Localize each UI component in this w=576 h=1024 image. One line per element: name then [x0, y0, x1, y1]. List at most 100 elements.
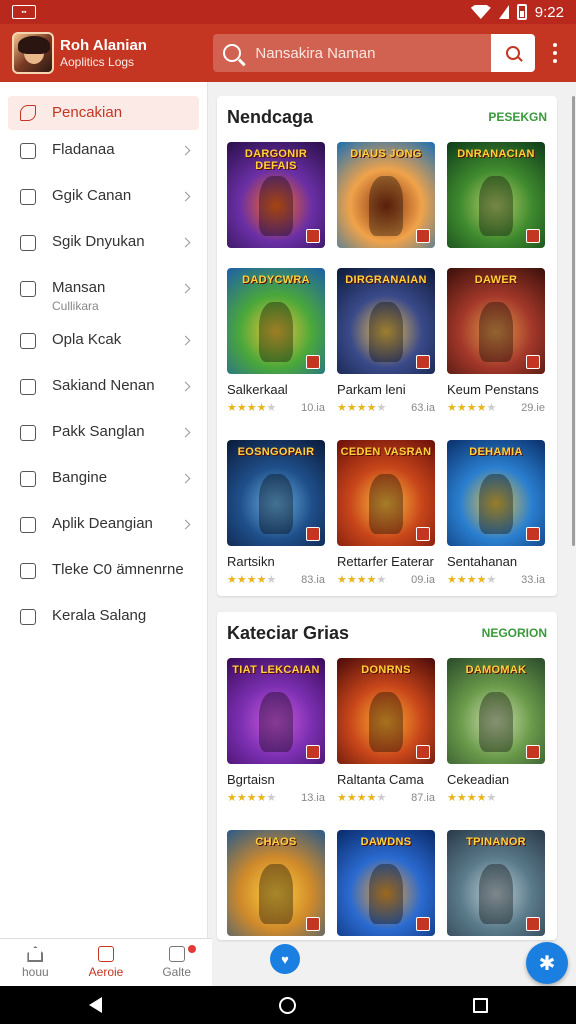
sidebar-label-text: Kerala Salang: [52, 607, 147, 624]
game-tile[interactable]: DONRNS Raltanta Cama ★★★★★ 87.ia: [337, 658, 435, 810]
cover-title-text: DADYCWRA: [242, 274, 310, 286]
game-meta: ★★★★★ 10.ia: [227, 401, 325, 415]
sidebar-item-3[interactable]: Sgik Dnyukan: [0, 232, 207, 278]
sidebar-label-text: Tleke C0 ämnenrne: [52, 561, 184, 578]
hero-figure: [369, 692, 403, 752]
cover-title-text: DIAUS JONG: [350, 148, 422, 160]
sidebar-item-0[interactable]: Pencakian: [8, 96, 199, 130]
review-count: 29.ie: [521, 401, 545, 414]
user-info[interactable]: Roh Alanian Aoplitics Logs: [60, 37, 205, 70]
sidebar-item-1[interactable]: Fladanaa: [0, 140, 207, 186]
game-tile[interactable]: DAWER Keum Penstans ★★★★★ 29.ie: [447, 268, 545, 420]
game-cover-image[interactable]: TIAT LEKCAIAN: [227, 658, 325, 764]
game-cover-image[interactable]: DEHAMIA: [447, 440, 545, 546]
sidebar-item-9[interactable]: Aplik Deangian: [0, 514, 207, 560]
game-cover-image[interactable]: EOSNGOPAIR: [227, 440, 325, 546]
sidebar-item-label: Bangine: [52, 468, 107, 488]
cover-title-text: DAWER: [474, 274, 518, 286]
section-see-all-link[interactable]: PESEKGN: [488, 110, 547, 124]
game-cover-image[interactable]: CHAOS: [227, 830, 325, 936]
game-tile[interactable]: EOSNGOPAIR Rartsikn ★★★★★ 83.ia: [227, 440, 325, 592]
game-cover-image[interactable]: DADYCWRA: [227, 268, 325, 374]
game-meta: ★★★★★ 29.ie: [447, 401, 545, 415]
main-content: Nendcaga PESEKGN DARGONIR DEFAIS DIAUS JONG…: [209, 82, 576, 986]
chevron-right-icon: [180, 473, 191, 484]
game-cover-image[interactable]: DONRNS: [337, 658, 435, 764]
game-title: Salkerkaal: [227, 382, 288, 397]
bottom-nav-item[interactable]: houu: [0, 939, 71, 986]
sidebar-item-5[interactable]: Opla Kcak: [0, 330, 207, 376]
star-rating: ★★★★★: [447, 574, 497, 586]
status-bar: ▪▪ 9:22: [0, 0, 576, 24]
cover-title-text: DEHAMIA: [469, 446, 523, 458]
more-vert-icon[interactable]: [541, 34, 568, 72]
section-header: Nendcaga PESEKGN: [227, 96, 547, 138]
chevron-right-icon: [180, 427, 191, 438]
sidebar-item-7[interactable]: Pakk Sanglan: [0, 422, 207, 468]
sidebar-label-text: Pakk Sanglan: [52, 423, 145, 440]
sidebar-item-label: Mansan Cullikara: [52, 278, 105, 314]
game-tile[interactable]: DAMOMAK Cekeadian ★★★★★: [447, 658, 545, 810]
home-circle-icon[interactable]: [278, 996, 296, 1014]
game-cover-image[interactable]: DAMOMAK: [447, 658, 545, 764]
search-input[interactable]: [255, 44, 486, 62]
game-cover-image[interactable]: TPINANOR: [447, 830, 545, 936]
search-button[interactable]: [491, 34, 536, 72]
hero-figure: [369, 176, 403, 236]
game-title: Rettarfer Eaterar: [337, 554, 434, 569]
game-cover-image[interactable]: DIAUS JONG: [337, 142, 435, 248]
game-tile[interactable]: CHAOS: [227, 830, 325, 936]
game-tile[interactable]: TPINANOR: [447, 830, 545, 936]
game-cover-image[interactable]: DIRGRANAIAN: [337, 268, 435, 374]
status-icons: 9:22: [470, 4, 564, 21]
heart-badge-icon[interactable]: ♥: [270, 944, 300, 974]
chevron-right-icon: [180, 519, 191, 530]
review-count: 87.ia: [411, 791, 435, 804]
game-cover-image[interactable]: DAWER: [447, 268, 545, 374]
game-tile[interactable]: DAWDNS: [337, 830, 435, 936]
game-cover-image[interactable]: DARGONIR DEFAIS: [227, 142, 325, 248]
game-cover-image[interactable]: CEDEN VASRAN: [337, 440, 435, 546]
bottom-nav-item[interactable]: Aeroie: [71, 939, 142, 986]
hero-figure: [369, 864, 403, 924]
bottom-nav-label: houu: [21, 965, 49, 979]
user-subtitle: Aoplitics Logs: [60, 54, 135, 69]
game-tile[interactable]: DADYCWRA Salkerkaal ★★★★★ 10.ia: [227, 268, 325, 420]
game-tile[interactable]: DIAUS JONG: [337, 142, 435, 248]
back-icon[interactable]: [88, 997, 102, 1013]
chevron-right-icon: [180, 191, 191, 202]
chevron-right-icon: [180, 283, 191, 294]
sidebar-item-4[interactable]: Mansan Cullikara: [0, 278, 207, 330]
app-notification-icon: ▪▪: [12, 5, 36, 19]
section-header: Kateciar Grias NEGORION: [227, 612, 547, 654]
system-nav-bar: [0, 986, 576, 1024]
game-tile[interactable]: DIRGRANAIAN Parkam leni ★★★★★ 63.ia: [337, 268, 435, 420]
game-tile[interactable]: DARGONIR DEFAIS: [227, 142, 325, 248]
battery-icon: [516, 4, 527, 20]
sidebar-item-8[interactable]: Bangine: [0, 468, 207, 514]
star-rating: ★★★★★: [337, 574, 387, 586]
game-tile[interactable]: TIAT LEKCAIAN Bgrtaisn ★★★★★ 13.ia: [227, 658, 325, 810]
sidebar-item-2[interactable]: Ggik Canan: [0, 186, 207, 232]
game-tile[interactable]: DEHAMIA Sentahanan ★★★★★ 33.ia: [447, 440, 545, 592]
section-see-all-link[interactable]: NEGORION: [482, 626, 547, 640]
scrollbar[interactable]: [572, 96, 575, 546]
sidebar-item-10[interactable]: Tleke C0 ämnenrne: [0, 560, 207, 606]
sidebar-item-11[interactable]: Kerala Salang: [0, 606, 207, 652]
chart-icon: [168, 946, 185, 962]
accessibility-icon[interactable]: ✱: [526, 942, 568, 984]
search-box[interactable]: [213, 34, 492, 72]
game-tile[interactable]: CEDEN VASRAN Rettarfer Eaterar ★★★★★ 09.ia: [337, 440, 435, 592]
sidebar-item-label: Opla Kcak: [52, 330, 121, 350]
game-title: Keum Penstans: [447, 382, 539, 397]
bottom-nav-item[interactable]: Galte: [141, 939, 212, 986]
app-bar: Roh Alanian Aoplitics Logs: [0, 24, 576, 82]
avatar[interactable]: [12, 32, 54, 74]
game-cover-image[interactable]: DAWDNS: [337, 830, 435, 936]
person-icon: [20, 379, 36, 395]
recents-icon[interactable]: [472, 997, 488, 1013]
game-cover-image[interactable]: DNRANACIAN: [447, 142, 545, 248]
sidebar-item-6[interactable]: Sakiand Nenan: [0, 376, 207, 422]
sidebar-label-text: Ggik Canan: [52, 187, 132, 204]
game-tile[interactable]: DNRANACIAN: [447, 142, 545, 248]
